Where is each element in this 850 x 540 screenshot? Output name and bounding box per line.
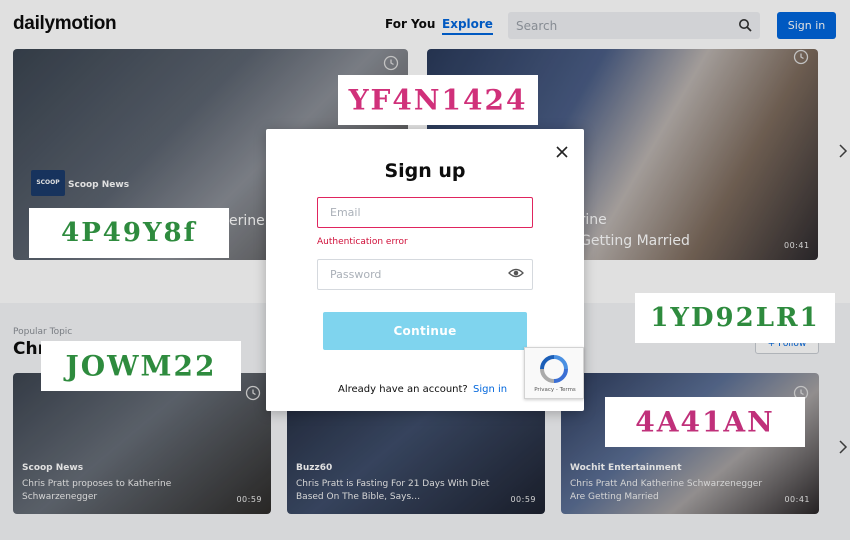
recaptcha-badge[interactable]: Privacy - Terms xyxy=(524,347,584,399)
captcha-image: 1YD92LR1 xyxy=(635,293,835,343)
captcha-text: 1YD92LR1 xyxy=(650,303,820,333)
close-icon[interactable] xyxy=(555,145,569,159)
captcha-text: YF4N1424 xyxy=(348,83,528,117)
password-field[interactable] xyxy=(317,259,533,290)
captcha-image: YF4N1424 xyxy=(338,75,538,125)
continue-button[interactable]: Continue xyxy=(323,312,527,350)
captcha-image: JOWM22 xyxy=(41,341,241,391)
captcha-text: JOWM22 xyxy=(65,349,217,383)
captcha-image: 4P49Y8f xyxy=(29,208,229,258)
eye-icon[interactable] xyxy=(508,267,524,279)
captcha-image: 4A41AN xyxy=(605,397,805,447)
error-message: Authentication error xyxy=(317,237,408,247)
recaptcha-icon xyxy=(540,355,568,383)
captcha-text: 4A41AN xyxy=(635,405,775,439)
already-account-text: Already have an account? xyxy=(338,384,468,395)
captcha-text: 4P49Y8f xyxy=(61,218,197,248)
signin-link[interactable]: Sign in xyxy=(473,384,507,395)
modal-title: Sign up xyxy=(384,160,466,182)
email-field[interactable] xyxy=(317,197,533,228)
recaptcha-links[interactable]: Privacy - Terms xyxy=(525,387,585,393)
